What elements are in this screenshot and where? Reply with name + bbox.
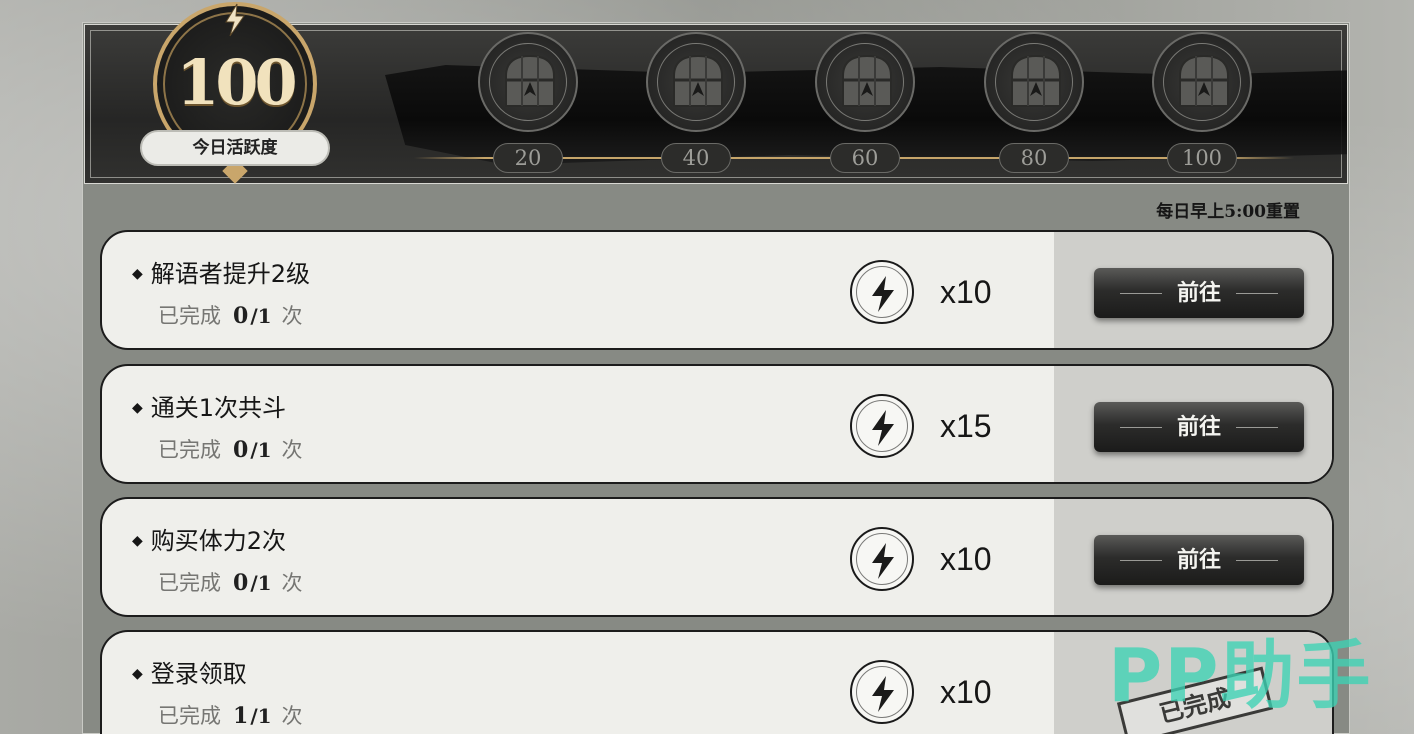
diamond-bullet-icon: ◆ — [132, 666, 143, 682]
reset-note: 每日早上5:00重置 — [1156, 202, 1300, 222]
reward-chest-100[interactable] — [1152, 32, 1252, 132]
threshold-label: 20 — [493, 143, 563, 173]
go-button[interactable]: 前往 — [1094, 402, 1304, 452]
reward-icon-wrap — [850, 394, 914, 458]
threshold-label: 80 — [999, 143, 1069, 173]
diamond-bullet-icon: ◆ — [132, 400, 143, 416]
progress-unit: 次 — [281, 704, 303, 728]
task-title: ◆ 登录领取 — [132, 654, 247, 689]
task-title-text: 购买体力2次 — [150, 527, 287, 555]
treasure-chest-icon — [673, 54, 723, 107]
progress-unit: 次 — [281, 438, 303, 462]
reward-icon-wrap — [850, 260, 914, 324]
reward-quantity: x15 — [940, 408, 992, 444]
progress-current: 1 — [233, 703, 249, 729]
reward-quantity: x10 — [940, 541, 992, 577]
treasure-chest-icon — [505, 54, 555, 107]
button-dash-right — [1236, 427, 1278, 428]
threshold-label: 100 — [1167, 143, 1237, 173]
task-row: ◆ 解语者提升2级 已完成 0/1 次 x10 前往 — [100, 230, 1334, 350]
progress-current: 0 — [233, 437, 249, 463]
progress-current: 0 — [233, 303, 249, 329]
progress-unit: 次 — [281, 304, 303, 328]
go-button[interactable]: 前往 — [1094, 268, 1304, 318]
progress-total: /1 — [250, 571, 272, 595]
progress-label: 已完成 — [158, 304, 221, 328]
reward-quantity: x10 — [940, 674, 992, 710]
activity-badge: 100 今日活跃度 — [140, 2, 330, 184]
go-button[interactable]: 前往 — [1094, 535, 1304, 585]
go-button-label: 前往 — [1176, 547, 1221, 573]
progress-current: 0 — [233, 570, 249, 596]
activity-bolt-icon — [872, 543, 894, 579]
bolt-emblem-icon — [225, 3, 245, 37]
progress-total: /1 — [250, 704, 272, 728]
task-title: ◆ 通关1次共斗 — [132, 388, 286, 423]
progress-unit: 次 — [281, 571, 303, 595]
diamond-bullet-icon: ◆ — [132, 266, 143, 282]
task-row: ◆ 通关1次共斗 已完成 0/1 次 x15 前往 — [100, 364, 1334, 484]
button-dash-left — [1120, 427, 1162, 428]
button-dash-right — [1236, 560, 1278, 561]
task-title-text: 通关1次共斗 — [150, 394, 287, 422]
go-button-label: 前往 — [1176, 414, 1221, 440]
treasure-chest-icon — [1179, 54, 1229, 107]
task-title-text: 解语者提升2级 — [150, 260, 311, 288]
reward-icon-wrap — [850, 660, 914, 724]
reward-quantity: x10 — [940, 274, 992, 310]
task-title: ◆ 购买体力2次 — [132, 521, 286, 556]
activity-bolt-icon — [872, 410, 894, 446]
task-row: ◆ 购买体力2次 已完成 0/1 次 x10 前往 — [100, 497, 1334, 617]
progress-label: 已完成 — [158, 571, 221, 595]
go-button-label: 前往 — [1176, 280, 1221, 306]
reward-chest-60[interactable] — [815, 32, 915, 132]
progress-total: /1 — [250, 304, 272, 328]
task-progress: 已完成 0/1 次 — [158, 434, 303, 464]
activity-bolt-icon — [872, 676, 894, 712]
reward-chest-80[interactable] — [984, 32, 1084, 132]
diamond-bullet-icon: ◆ — [132, 533, 143, 549]
activity-bolt-icon — [872, 276, 894, 312]
watermark: PP助手 — [1108, 633, 1373, 719]
progress-total: /1 — [250, 438, 272, 462]
button-dash-right — [1236, 293, 1278, 294]
progress-label: 已完成 — [158, 438, 221, 462]
treasure-chest-icon — [1011, 54, 1061, 107]
treasure-chest-icon — [842, 54, 892, 107]
reward-chest-40[interactable] — [646, 32, 746, 132]
task-progress: 已完成 0/1 次 — [158, 300, 303, 330]
button-dash-left — [1120, 560, 1162, 561]
threshold-label: 60 — [830, 143, 900, 173]
task-title-text: 登录领取 — [150, 660, 247, 688]
activity-label: 今日活跃度 — [140, 130, 330, 166]
reward-chest-20[interactable] — [478, 32, 578, 132]
reward-icon-wrap — [850, 527, 914, 591]
task-title: ◆ 解语者提升2级 — [132, 254, 310, 289]
activity-points: 100 — [176, 46, 297, 119]
threshold-label: 40 — [661, 143, 731, 173]
task-progress: 已完成 0/1 次 — [158, 567, 303, 597]
progress-label: 已完成 — [158, 704, 221, 728]
button-dash-left — [1120, 293, 1162, 294]
task-progress: 已完成 1/1 次 — [158, 700, 303, 730]
